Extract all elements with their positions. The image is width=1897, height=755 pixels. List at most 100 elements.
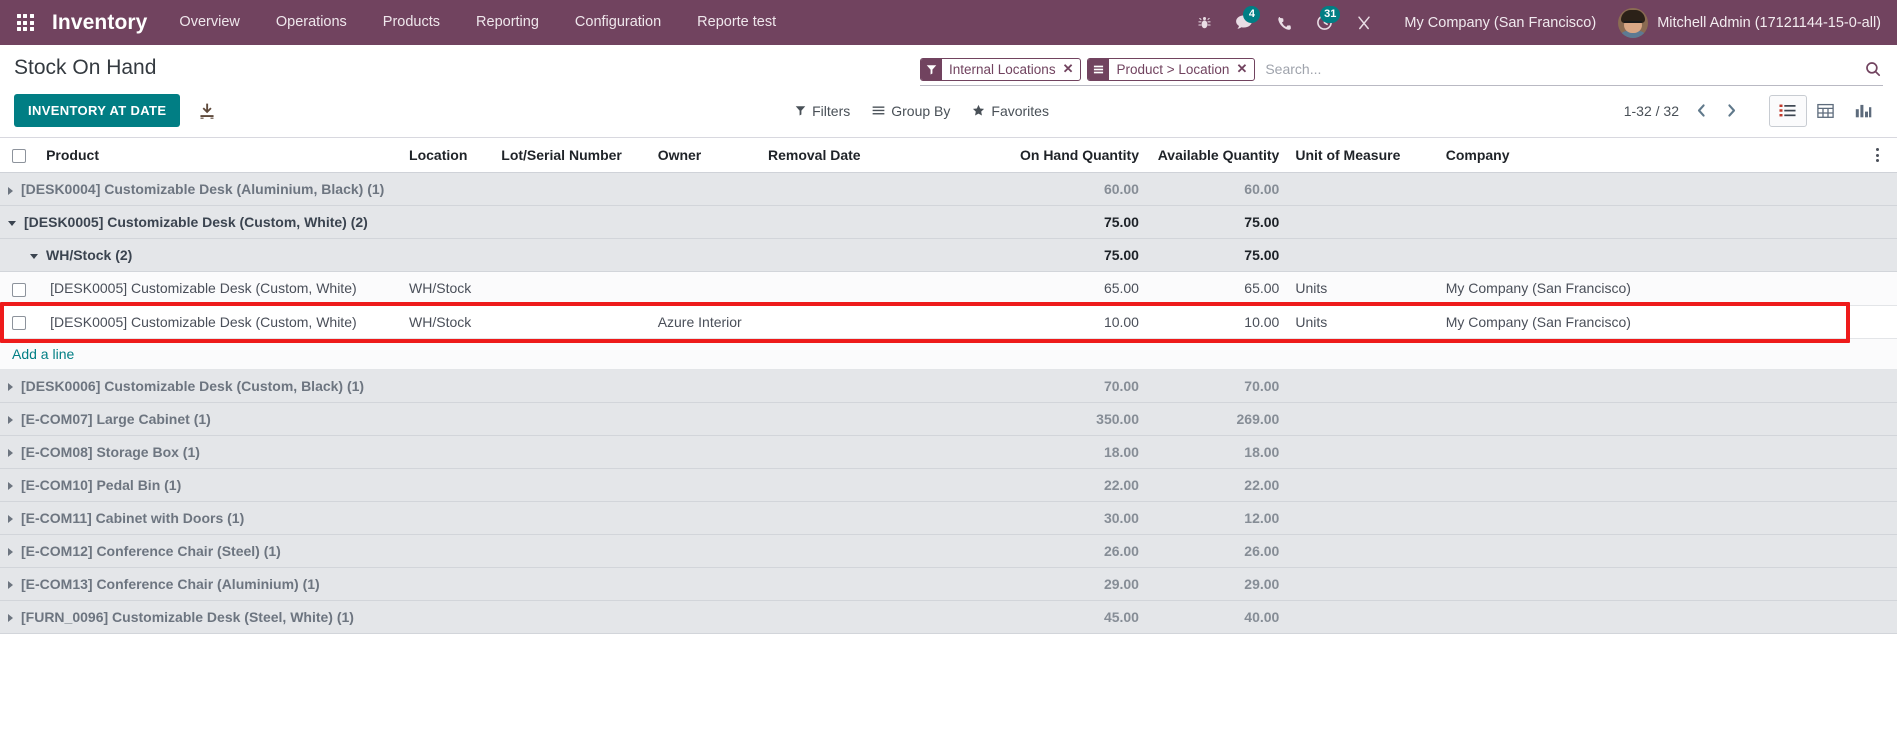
column-header-removal-date[interactable]: Removal Date bbox=[759, 138, 1011, 174]
favorites-dropdown[interactable]: Favorites bbox=[972, 103, 1049, 119]
group-label-cell[interactable]: [E-COM07] Large Cabinet (1) bbox=[0, 402, 1011, 436]
activities-clock-icon-button[interactable]: 31 bbox=[1304, 0, 1344, 45]
add-a-line-cell[interactable]: Add a line bbox=[0, 338, 1897, 370]
group-row[interactable]: WH/Stock (2) 75.00 75.00 bbox=[0, 238, 1897, 273]
cell-unit-of-measure[interactable]: Units bbox=[1287, 305, 1438, 339]
group-on-hand-quantity: 350.00 bbox=[1010, 402, 1147, 436]
shortcut-scissors-icon-button[interactable] bbox=[1344, 0, 1384, 45]
avatar bbox=[1618, 7, 1649, 38]
pager-next-button[interactable] bbox=[1719, 97, 1745, 125]
pivot-view-button[interactable] bbox=[1807, 95, 1845, 127]
column-header-location[interactable]: Location bbox=[401, 138, 494, 174]
group-label-cell[interactable]: WH/Stock (2) bbox=[0, 238, 1011, 273]
group-label-cell[interactable]: [E-COM12] Conference Chair (Steel) (1) bbox=[0, 534, 1011, 568]
filters-dropdown[interactable]: Filters bbox=[795, 103, 850, 119]
voip-phone-icon-button[interactable] bbox=[1264, 0, 1304, 45]
menu-item-configuration[interactable]: Configuration bbox=[557, 0, 679, 45]
table-row[interactable]: [DESK0005] Customizable Desk (Custom, Wh… bbox=[0, 271, 1897, 306]
group-label-cell[interactable]: [DESK0004] Customizable Desk (Aluminium,… bbox=[0, 172, 1011, 207]
add-a-line-row[interactable]: Add a line bbox=[0, 338, 1897, 370]
column-header-unit-of-measure[interactable]: Unit of Measure bbox=[1287, 138, 1438, 174]
group-label-cell[interactable]: [DESK0006] Customizable Desk (Custom, Bl… bbox=[0, 369, 1011, 403]
user-menu[interactable]: Mitchell Admin (17121144-15-0-all) bbox=[1610, 7, 1885, 38]
group-label-cell[interactable]: [E-COM11] Cabinet with Doors (1) bbox=[0, 501, 1011, 535]
cell-lot-serial-number[interactable] bbox=[493, 305, 650, 339]
cell-on-hand-quantity[interactable]: 65.00 bbox=[1010, 271, 1147, 306]
group-row[interactable]: [FURN_0096] Customizable Desk (Steel, Wh… bbox=[0, 600, 1897, 634]
search-input[interactable] bbox=[1261, 58, 1857, 80]
add-a-line-link[interactable]: Add a line bbox=[12, 346, 74, 362]
group-available-quantity: 40.00 bbox=[1146, 600, 1288, 634]
group-label-cell[interactable]: [E-COM08] Storage Box (1) bbox=[0, 435, 1011, 469]
vertical-dots-icon[interactable] bbox=[1867, 148, 1889, 163]
cell-removal-date[interactable] bbox=[759, 271, 1011, 306]
caret-right-icon bbox=[8, 614, 13, 623]
column-header-owner[interactable]: Owner bbox=[649, 138, 760, 174]
group-row[interactable]: [DESK0005] Customizable Desk (Custom, Wh… bbox=[0, 205, 1897, 240]
group-label: WH/Stock (2) bbox=[46, 247, 133, 264]
row-checkbox[interactable] bbox=[12, 315, 26, 330]
group-label-cell[interactable]: [E-COM10] Pedal Bin (1) bbox=[0, 468, 1011, 502]
menu-item-products[interactable]: Products bbox=[365, 0, 458, 45]
group-row[interactable]: [E-COM07] Large Cabinet (1) 350.00 269.00 bbox=[0, 402, 1897, 436]
cell-unit-of-measure[interactable]: Units bbox=[1287, 271, 1438, 306]
group-row[interactable]: [E-COM10] Pedal Bin (1) 22.00 22.00 bbox=[0, 468, 1897, 502]
group-row[interactable]: [DESK0004] Customizable Desk (Aluminium,… bbox=[0, 172, 1897, 207]
row-checkbox[interactable] bbox=[12, 282, 26, 297]
inventory-at-date-button[interactable]: INVENTORY AT DATE bbox=[14, 94, 181, 127]
cell-available-quantity[interactable]: 65.00 bbox=[1146, 271, 1288, 306]
cell-product[interactable]: [DESK0005] Customizable Desk (Custom, Wh… bbox=[38, 305, 402, 339]
group-label-cell[interactable]: [DESK0005] Customizable Desk (Custom, Wh… bbox=[0, 205, 1011, 240]
pager-value[interactable]: 1-32 / 32 bbox=[1624, 103, 1685, 119]
cell-location[interactable]: WH/Stock bbox=[401, 271, 494, 306]
group-row[interactable]: [E-COM13] Conference Chair (Aluminium) (… bbox=[0, 567, 1897, 601]
group-row[interactable]: [E-COM12] Conference Chair (Steel) (1) 26… bbox=[0, 534, 1897, 568]
cell-on-hand-quantity[interactable]: 10.00 bbox=[1010, 305, 1147, 339]
group-label-cell[interactable]: [FURN_0096] Customizable Desk (Steel, Wh… bbox=[0, 600, 1011, 634]
menu-item-reporte-test[interactable]: Reporte test bbox=[679, 0, 794, 45]
column-header-on-hand-quantity[interactable]: On Hand Quantity bbox=[1010, 138, 1147, 174]
search-facet-product-location[interactable]: Product > Location ✕ bbox=[1087, 57, 1256, 81]
pager-previous-button[interactable] bbox=[1689, 97, 1715, 125]
select-all-checkbox[interactable] bbox=[12, 149, 26, 164]
column-header-available-quantity[interactable]: Available Quantity bbox=[1146, 138, 1288, 174]
cell-location[interactable]: WH/Stock bbox=[401, 305, 494, 339]
column-header-product[interactable]: Product bbox=[38, 138, 402, 174]
cell-company[interactable]: My Company (San Francisco) bbox=[1437, 305, 1859, 339]
import-download-icon[interactable] bbox=[194, 98, 220, 124]
group-company-cell bbox=[1437, 369, 1859, 403]
graph-view-button[interactable] bbox=[1845, 95, 1883, 127]
search-facet-internal-locations[interactable]: Internal Locations ✕ bbox=[920, 57, 1082, 81]
group-label-cell[interactable]: [E-COM13] Conference Chair (Aluminium) (… bbox=[0, 567, 1011, 601]
group-by-dropdown[interactable]: Group By bbox=[872, 103, 950, 119]
group-row[interactable]: [DESK0006] Customizable Desk (Custom, Bl… bbox=[0, 369, 1897, 403]
row-select-cell[interactable] bbox=[0, 305, 39, 339]
close-icon[interactable]: ✕ bbox=[1234, 59, 1254, 80]
caret-right-icon bbox=[8, 449, 13, 458]
menu-item-overview[interactable]: Overview bbox=[161, 0, 257, 45]
cell-owner[interactable] bbox=[649, 271, 760, 306]
group-on-hand-quantity: 26.00 bbox=[1010, 534, 1147, 568]
menu-item-reporting[interactable]: Reporting bbox=[458, 0, 557, 45]
search-icon[interactable] bbox=[1857, 61, 1883, 77]
column-header-lot-serial-number[interactable]: Lot/Serial Number bbox=[493, 138, 650, 174]
cell-company[interactable]: My Company (San Francisco) bbox=[1437, 271, 1859, 306]
messaging-icon-button[interactable]: 4 bbox=[1224, 0, 1264, 45]
table-row[interactable]: [DESK0005] Customizable Desk (Custom, Wh… bbox=[0, 305, 1897, 339]
cell-lot-serial-number[interactable] bbox=[493, 271, 650, 306]
apps-menu-toggle[interactable] bbox=[6, 0, 44, 45]
cell-removal-date[interactable] bbox=[759, 305, 1011, 339]
cell-available-quantity[interactable]: 10.00 bbox=[1146, 305, 1288, 339]
cell-product[interactable]: [DESK0005] Customizable Desk (Custom, Wh… bbox=[38, 271, 402, 306]
menu-item-operations[interactable]: Operations bbox=[258, 0, 365, 45]
cell-owner[interactable]: Azure Interior bbox=[649, 305, 760, 339]
close-icon[interactable]: ✕ bbox=[1061, 59, 1081, 80]
company-switcher[interactable]: My Company (San Francisco) bbox=[1384, 15, 1610, 31]
row-select-cell[interactable] bbox=[0, 271, 39, 306]
debug-bug-icon-button[interactable] bbox=[1184, 0, 1224, 45]
group-row[interactable]: [E-COM08] Storage Box (1) 18.00 18.00 bbox=[0, 435, 1897, 469]
column-header-company[interactable]: Company bbox=[1437, 138, 1859, 174]
app-brand-inventory[interactable]: Inventory bbox=[44, 11, 161, 35]
list-view-button[interactable] bbox=[1768, 94, 1807, 127]
group-row[interactable]: [E-COM11] Cabinet with Doors (1) 30.00 12.… bbox=[0, 501, 1897, 535]
